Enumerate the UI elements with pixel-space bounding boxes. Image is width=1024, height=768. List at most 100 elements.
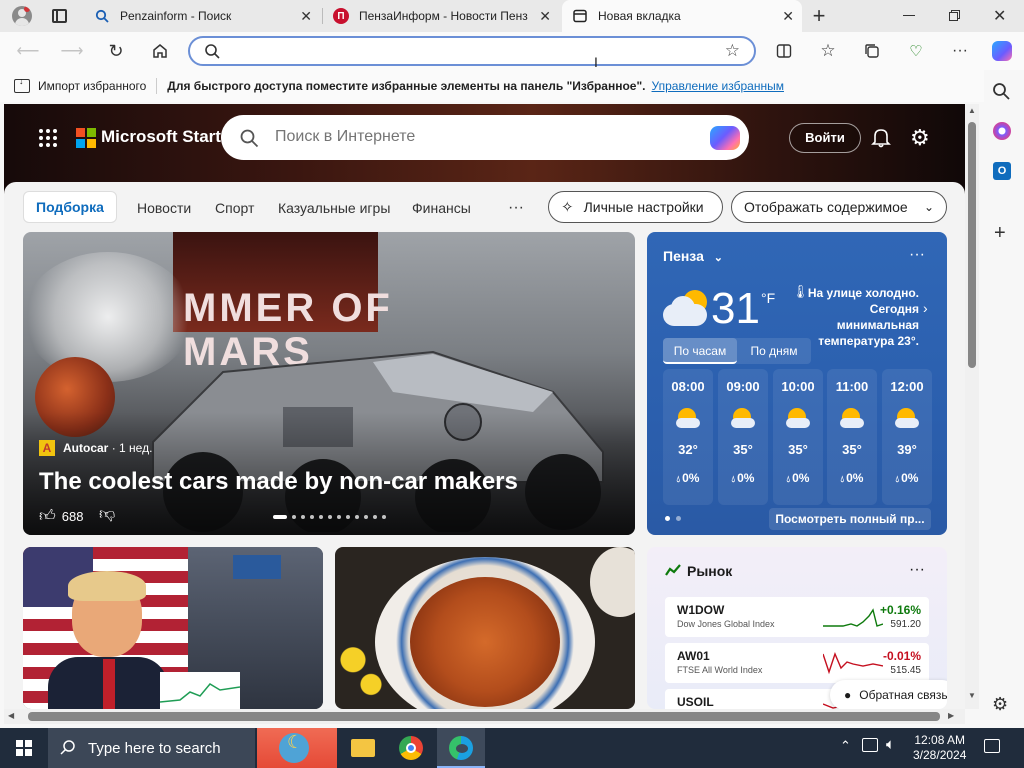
manage-favorites-link[interactable]: Управление избранным — [652, 79, 784, 93]
weather-card[interactable]: Пенза ⌄ ··· 31 °F 🌡︎ На улице холодно. С… — [647, 232, 947, 535]
search-highlight-image[interactable]: ☾ — [257, 728, 337, 768]
temp-unit[interactable]: °F — [761, 290, 775, 306]
restore-button[interactable] — [949, 10, 960, 21]
chrome-icon[interactable] — [399, 736, 423, 760]
nav-tab-sport[interactable]: Спорт — [215, 192, 254, 224]
back-icon[interactable]: ⟵ — [16, 39, 40, 63]
market-title[interactable]: Рынок — [687, 563, 732, 579]
new-tab-button[interactable]: + — [808, 3, 830, 29]
address-input[interactable] — [230, 42, 710, 62]
web-search-box[interactable] — [221, 115, 749, 160]
tab-actions-icon[interactable] — [52, 9, 67, 23]
app-launcher-icon[interactable] — [38, 128, 58, 148]
chevron-up-icon[interactable]: ⌃ — [840, 738, 851, 754]
pager-dot[interactable] — [373, 515, 377, 519]
market-row[interactable]: AW01 FTSE All World Index -0.01% 515.45 — [665, 643, 929, 683]
hourly-forecast-column[interactable]: 12:00 39° 💧︎ 0% — [882, 369, 932, 505]
sidebar-copilot-icon[interactable] — [993, 122, 1011, 140]
windows-start-icon[interactable] — [16, 740, 32, 756]
web-search-input[interactable] — [275, 126, 695, 148]
edge-taskbar-button[interactable] — [437, 728, 485, 768]
thumbs-down-icon[interactable]: 👎︎ — [99, 505, 115, 524]
clock[interactable]: 12:08 AM 3/28/2024 — [913, 733, 966, 763]
copilot-icon[interactable] — [990, 39, 1014, 63]
pager-dot[interactable] — [355, 515, 359, 519]
address-bar[interactable]: ☆ — [188, 36, 756, 66]
sidebar-outlook-icon[interactable]: O — [993, 162, 1011, 180]
content-display-dropdown[interactable]: Отображать содержимое ⌄ — [731, 191, 947, 223]
personalize-button[interactable]: ✧ Личные настройки — [548, 191, 723, 223]
nav-tab-finance[interactable]: Финансы — [412, 192, 471, 224]
close-tab-icon[interactable]: ✕ — [782, 8, 794, 25]
see-full-forecast-button[interactable]: Посмотреть полный пр... — [769, 508, 931, 530]
city-selector[interactable]: Пенза ⌄ — [663, 248, 723, 264]
home-icon[interactable] — [148, 39, 172, 63]
tab-penzainform-news[interactable]: П ПензаИнформ - Новости Пенз ✕ — [323, 0, 559, 32]
profile-icon[interactable] — [12, 6, 32, 26]
notifications-bell-icon[interactable] — [870, 126, 892, 151]
copilot-icon[interactable] — [710, 126, 740, 150]
chevron-right-icon[interactable]: › — [923, 300, 928, 316]
favorite-star-icon[interactable]: ☆ — [725, 41, 740, 61]
like-button[interactable]: 👍︎ 688 — [39, 507, 83, 526]
news-card-food[interactable] — [335, 547, 635, 709]
vertical-scrollbar[interactable]: ▲ ▼ — [965, 104, 979, 709]
weather-more-icon[interactable]: ··· — [909, 246, 925, 264]
hero-card[interactable]: MMER OF MARS A Autocar · 1 нед. The cool… — [23, 232, 635, 535]
tab-hourly[interactable]: По часам — [663, 338, 737, 364]
market-more-icon[interactable]: ··· — [909, 561, 925, 579]
pager-dot[interactable] — [319, 515, 323, 519]
nav-more-icon[interactable]: ··· — [508, 192, 524, 224]
tab-new-tab[interactable]: Новая вкладка ✕ — [562, 0, 802, 32]
nav-tab-news[interactable]: Новости — [137, 192, 191, 224]
taskbar-search-box[interactable]: Type here to search — [48, 728, 255, 768]
collections-icon[interactable] — [860, 39, 884, 63]
settings-gear-icon[interactable]: ⚙ — [910, 125, 930, 151]
close-tab-icon[interactable]: ✕ — [300, 8, 312, 25]
pager-dot[interactable] — [346, 515, 350, 519]
pager-dot[interactable] — [337, 515, 341, 519]
pager-dot[interactable] — [310, 515, 314, 519]
scroll-thumb[interactable] — [28, 712, 940, 721]
hourly-forecast-column[interactable]: 11:00 35° 💧︎ 0% — [827, 369, 877, 505]
horizontal-scrollbar[interactable]: ◀ ▶ — [4, 709, 965, 724]
sidebar-settings-icon[interactable]: ⚙ — [992, 694, 1008, 715]
hourly-forecast-column[interactable]: 10:00 35° 💧︎ 0% — [773, 369, 823, 505]
favorites-icon[interactable]: ☆ — [816, 39, 840, 63]
network-icon[interactable] — [862, 738, 878, 752]
pager-dot[interactable] — [301, 515, 305, 519]
pager-dot[interactable] — [364, 515, 368, 519]
scroll-thumb[interactable] — [968, 122, 976, 368]
feedback-button[interactable]: ● Обратная связь — [830, 680, 947, 709]
pager-dot[interactable] — [273, 515, 287, 519]
news-card-politics[interactable] — [23, 547, 323, 709]
hourly-forecast-column[interactable]: 08:00 32° 💧︎ 0% — [663, 369, 713, 505]
pager-dot[interactable] — [292, 515, 296, 519]
sidebar-add-icon[interactable]: + — [994, 222, 1006, 245]
sidebar-search-icon[interactable] — [992, 82, 1010, 103]
notifications-icon[interactable] — [984, 739, 1000, 753]
close-tab-icon[interactable]: ✕ — [539, 8, 551, 25]
import-favorites-button[interactable]: Импорт избранного — [38, 79, 146, 93]
hero-title[interactable]: The coolest cars made by non-car makers — [39, 468, 518, 496]
brand-title[interactable]: Microsoft Start — [101, 127, 221, 147]
browser-essentials-icon[interactable]: ♡ — [904, 39, 928, 63]
forward-icon[interactable]: ⟶ — [60, 39, 84, 63]
tab-penzainform-search[interactable]: Penzainform - Поиск ✕ — [84, 0, 320, 32]
close-window-button[interactable]: ✕ — [993, 6, 1006, 26]
nav-tab-casual-games[interactable]: Казуальные игры — [278, 192, 390, 224]
pager-dot[interactable] — [328, 515, 332, 519]
market-card[interactable]: Рынок ··· W1DOW Dow Jones Global Index +0.… — [647, 547, 947, 709]
minimize-button[interactable] — [903, 15, 915, 16]
login-button[interactable]: Войти — [789, 123, 861, 153]
more-options-icon[interactable]: ··· — [948, 39, 972, 63]
tab-daily[interactable]: По дням — [737, 338, 811, 364]
file-explorer-icon[interactable] — [351, 739, 375, 757]
hourly-forecast-column[interactable]: 09:00 35° 💧︎ 0% — [718, 369, 768, 505]
split-screen-icon[interactable] — [772, 39, 796, 63]
volume-icon[interactable]: 🔈︎ — [886, 736, 895, 753]
source-name[interactable]: Autocar · 1 нед. — [63, 441, 152, 455]
nav-tab-featured[interactable]: Подборка — [23, 191, 117, 223]
refresh-icon[interactable]: ↻ — [104, 39, 128, 63]
market-row[interactable]: W1DOW Dow Jones Global Index +0.16% 591.20 — [665, 597, 929, 637]
